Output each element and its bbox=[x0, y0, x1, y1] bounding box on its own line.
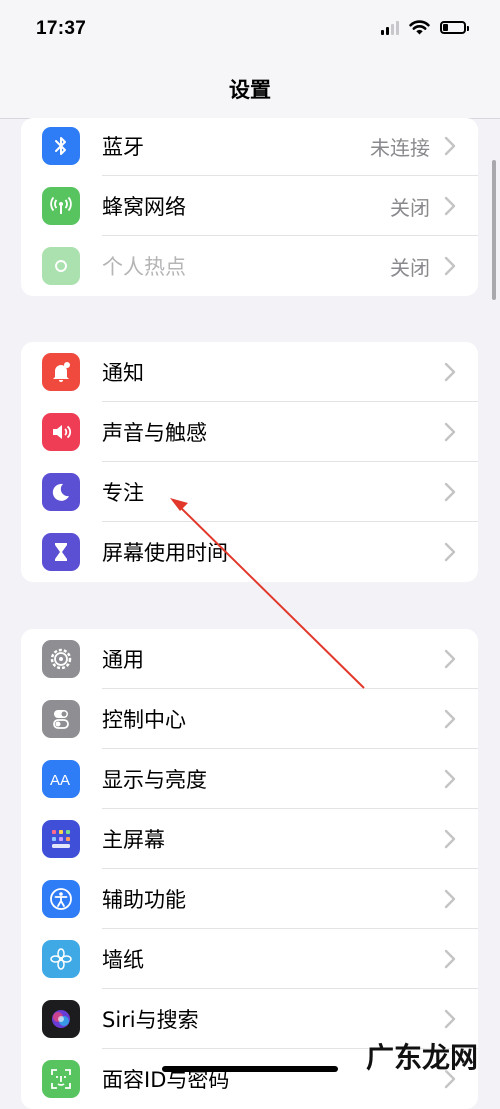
settings-row-label: 主屏幕 bbox=[102, 828, 165, 852]
chevron-right-icon bbox=[444, 196, 456, 216]
settings-row-label: 屏幕使用时间 bbox=[102, 541, 228, 565]
status-icons bbox=[381, 19, 469, 35]
settings-row-value: 关闭 bbox=[390, 255, 430, 280]
settings-row-home-screen[interactable]: 主屏幕 bbox=[21, 809, 478, 869]
settings-row-label: 蓝牙 bbox=[102, 135, 144, 159]
settings-row-label: 控制中心 bbox=[102, 708, 186, 732]
chevron-right-icon bbox=[444, 362, 456, 382]
status-bar: 17:37 bbox=[0, 0, 500, 62]
svg-text:A: A bbox=[60, 772, 70, 789]
moon-icon bbox=[42, 473, 80, 511]
chevron-right-icon bbox=[444, 256, 456, 276]
toggles-icon bbox=[42, 700, 80, 738]
settings-row-label: 蜂窝网络 bbox=[102, 195, 186, 219]
settings-row-value: 关闭 bbox=[390, 195, 430, 220]
antenna-icon bbox=[42, 187, 80, 225]
page-title: 设置 bbox=[229, 78, 271, 102]
wifi-icon bbox=[409, 20, 430, 35]
siri-icon bbox=[42, 1000, 80, 1038]
chevron-right-icon bbox=[444, 1009, 456, 1029]
settings-row-label: 声音与触感 bbox=[102, 421, 207, 445]
chevron-right-icon bbox=[444, 709, 456, 729]
svg-text:A: A bbox=[50, 772, 60, 789]
settings-group-notifications: 通知 声音与触感 专注 屏幕使用时间 bbox=[21, 342, 478, 582]
settings-row-label: 墙纸 bbox=[102, 948, 144, 972]
bluetooth-icon bbox=[42, 127, 80, 165]
hourglass-icon bbox=[42, 533, 80, 571]
chevron-right-icon bbox=[444, 949, 456, 969]
status-time: 17:37 bbox=[36, 18, 87, 39]
bell-icon bbox=[42, 353, 80, 391]
watermark: 广东龙网 bbox=[366, 1041, 479, 1074]
navigation-bar: 设置 bbox=[0, 62, 500, 119]
settings-row-label: 通用 bbox=[102, 648, 144, 672]
settings-row-screen-time[interactable]: 屏幕使用时间 bbox=[21, 522, 478, 582]
settings-row-sounds[interactable]: 声音与触感 bbox=[21, 402, 478, 462]
settings-group-connectivity: 蓝牙 未连接 蜂窝网络 关闭 个人热点 关闭 bbox=[21, 118, 478, 296]
settings-row-bluetooth[interactable]: 蓝牙 未连接 bbox=[21, 118, 478, 176]
chevron-right-icon bbox=[444, 829, 456, 849]
settings-row-hotspot[interactable]: 个人热点 关闭 bbox=[21, 236, 478, 296]
battery-icon bbox=[440, 20, 469, 34]
settings-row-wallpaper[interactable]: 墙纸 bbox=[21, 929, 478, 989]
chevron-right-icon bbox=[444, 889, 456, 909]
settings-row-label: 通知 bbox=[102, 361, 144, 385]
settings-row-label: Siri与搜索 bbox=[102, 1008, 199, 1032]
settings-row-label: 个人热点 bbox=[102, 255, 186, 279]
chevron-right-icon bbox=[444, 422, 456, 442]
settings-row-label: 显示与亮度 bbox=[102, 768, 207, 792]
flower-icon bbox=[42, 940, 80, 978]
text-size-icon: AA bbox=[42, 760, 80, 798]
gear-icon bbox=[42, 640, 80, 678]
chevron-right-icon bbox=[444, 482, 456, 502]
settings-row-accessibility[interactable]: 辅助功能 bbox=[21, 869, 478, 929]
settings-row-control-center[interactable]: 控制中心 bbox=[21, 689, 478, 749]
speaker-icon bbox=[42, 413, 80, 451]
accessibility-icon bbox=[42, 880, 80, 918]
settings-row-label: 辅助功能 bbox=[102, 888, 186, 912]
home-grid-icon bbox=[42, 820, 80, 858]
settings-row-display[interactable]: AA 显示与亮度 bbox=[21, 749, 478, 809]
settings-row-label: 专注 bbox=[102, 481, 144, 505]
face-id-icon bbox=[42, 1060, 80, 1098]
chevron-right-icon bbox=[444, 649, 456, 669]
scrollbar[interactable] bbox=[492, 160, 496, 300]
chevron-right-icon bbox=[444, 136, 456, 156]
settings-row-general[interactable]: 通用 bbox=[21, 629, 478, 689]
settings-row-cellular[interactable]: 蜂窝网络 关闭 bbox=[21, 176, 478, 236]
chevron-right-icon bbox=[444, 769, 456, 789]
hotspot-icon bbox=[42, 247, 80, 285]
cellular-signal-icon bbox=[381, 20, 399, 35]
chevron-right-icon bbox=[444, 542, 456, 562]
home-indicator[interactable] bbox=[162, 1066, 338, 1072]
settings-row-focus[interactable]: 专注 bbox=[21, 462, 478, 522]
settings-row-notifications[interactable]: 通知 bbox=[21, 342, 478, 402]
settings-row-value: 未连接 bbox=[370, 135, 430, 160]
